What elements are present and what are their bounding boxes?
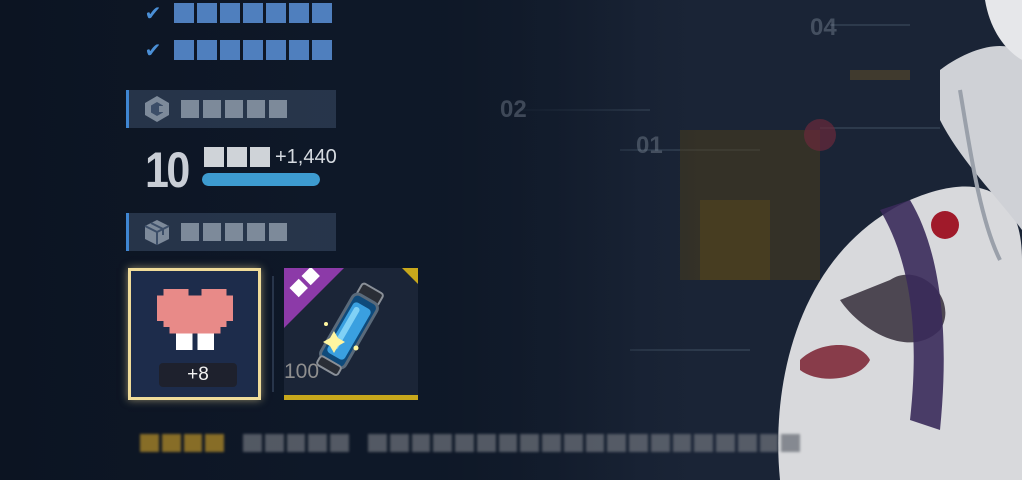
- stat-row: ✔: [142, 39, 332, 62]
- item-divider: [272, 276, 274, 392]
- lane-number: 02: [500, 96, 527, 123]
- exp-gain-value: +1,440: [275, 145, 337, 168]
- box-icon: [144, 220, 170, 245]
- redacted-footer-text: [140, 430, 800, 456]
- redacted-section-title: [181, 100, 287, 118]
- redacted-section-title: [181, 223, 287, 241]
- reward-item-vial[interactable]: 100: [284, 268, 418, 400]
- left-panel-shade: [0, 0, 700, 480]
- reward-section-header: [126, 213, 336, 251]
- exp-gain-row: +1,440: [204, 146, 337, 168]
- level-number: 10: [145, 142, 190, 198]
- stat-row: ✔: [142, 2, 332, 25]
- lane-number: 04: [810, 14, 837, 41]
- checkmark-icon: ✔: [144, 2, 162, 25]
- level-section-header: [126, 90, 336, 128]
- redacted-text: [174, 40, 332, 60]
- lane-number: 01: [636, 132, 663, 159]
- exp-progress-bar: [202, 173, 320, 186]
- item-count: 100: [284, 360, 320, 383]
- rarity-corner-icon: [402, 268, 418, 284]
- game-scene: 04 02 01 ✔ ✔ 10 +1,440 +8 100: [0, 0, 1022, 480]
- checkmark-icon: ✔: [144, 39, 162, 62]
- item-amount-badge: +8: [159, 363, 237, 387]
- reward-item-heart[interactable]: +8: [128, 268, 261, 400]
- redacted-text: [174, 3, 332, 23]
- hexagon-badge-icon: [145, 96, 169, 122]
- pixel-heart-icon: [157, 289, 233, 350]
- exp-progress-fill: [202, 173, 320, 186]
